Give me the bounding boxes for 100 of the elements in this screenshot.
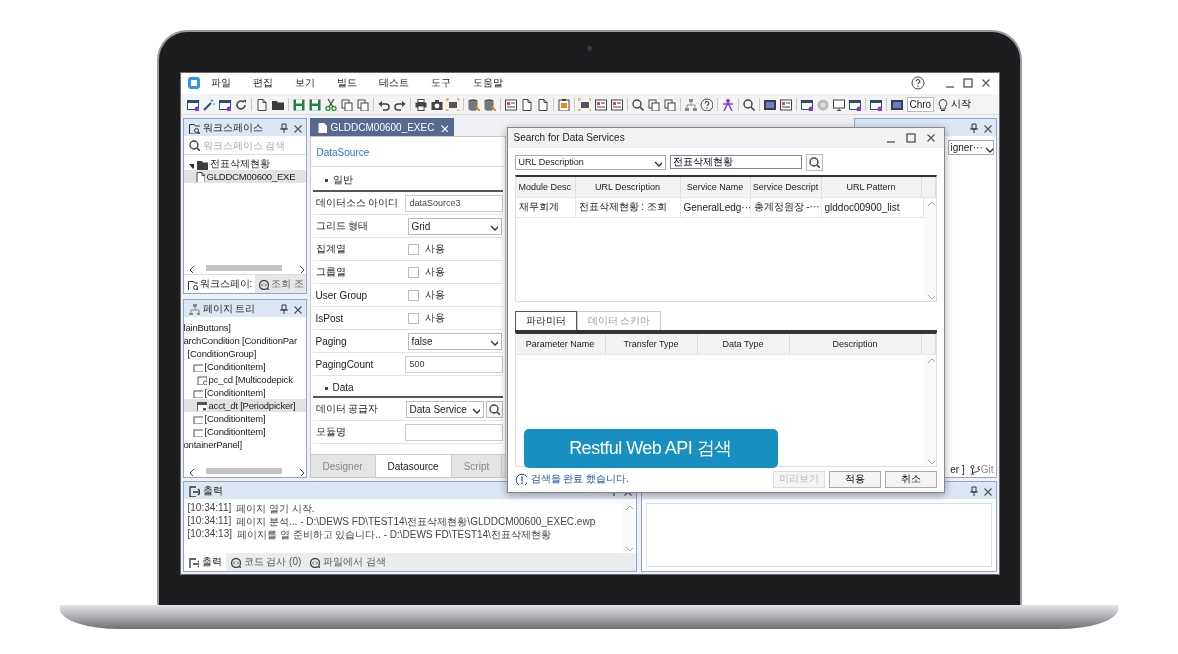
window-icon[interactable]: [848, 97, 861, 111]
column-header[interactable]: Data Type: [697, 334, 790, 354]
search-button[interactable]: [805, 154, 823, 171]
panel-tab[interactable]: 코드 검사 (0): [225, 553, 306, 571]
search-field[interactable]: 전표삭제현황: [669, 155, 802, 170]
search-button[interactable]: [485, 401, 503, 418]
dropdown[interactable]: igner···: [947, 140, 994, 156]
panel-tab[interactable]: Git: [966, 461, 996, 478]
dialog-button[interactable]: 적용: [828, 471, 881, 488]
save-icon[interactable]: [308, 97, 321, 111]
help-icon[interactable]: [910, 76, 925, 91]
menu-item[interactable]: 파일: [200, 76, 243, 91]
column-header[interactable]: Parameter Name: [515, 334, 606, 354]
camera-icon[interactable]: [430, 97, 443, 111]
window-icon[interactable]: [869, 97, 882, 111]
start-button[interactable]: 시작: [934, 97, 974, 112]
tree-item[interactable]: acct_dt [Periodpicker]: [183, 399, 306, 413]
column-header[interactable]: Module Desc: [515, 177, 576, 197]
copy-icon[interactable]: [340, 97, 353, 111]
tree-item[interactable]: [ConditionItem]: [183, 412, 306, 426]
form-icon[interactable]: [594, 97, 607, 111]
tree-item[interactable]: [ConditionItem]: [183, 360, 306, 374]
tree-item[interactable]: GLDDCM00600_EXE: [183, 170, 306, 184]
monitor-icon[interactable]: [832, 97, 845, 111]
frame-icon[interactable]: [446, 97, 459, 111]
column-header[interactable]: Service Name: [680, 177, 751, 197]
tree-item[interactable]: 전표삭제현황: [183, 157, 306, 171]
maximize-icon[interactable]: [960, 76, 975, 91]
document-icon[interactable]: [520, 97, 533, 111]
dropdown[interactable]: URL Description: [514, 155, 666, 170]
refresh-icon[interactable]: [234, 97, 247, 111]
column-header[interactable]: URL Description: [575, 177, 681, 197]
tree-item[interactable]: [ConditionGroup]: [183, 347, 306, 361]
text-field[interactable]: 500: [404, 356, 503, 373]
column-header[interactable]: Service Descript: [750, 177, 822, 197]
panel-tab[interactable]: er ]: [948, 461, 967, 478]
figure-icon[interactable]: [721, 97, 734, 111]
column-header[interactable]: Transfer Type: [605, 334, 698, 354]
tree-item[interactable]: ontainerPanel]: [183, 438, 306, 452]
dropdown[interactable]: Grid: [407, 218, 502, 235]
dropdown[interactable]: Data Service: [405, 401, 484, 418]
dialog-button[interactable]: 취소: [884, 471, 937, 488]
window-icon[interactable]: [186, 97, 199, 111]
tree-item[interactable]: [ConditionItem]: [183, 425, 306, 439]
document-tab[interactable]: GLDDCM00600_EXEC: [309, 118, 455, 137]
panel-tab[interactable]: 조회 조: [255, 275, 306, 294]
panel-tab[interactable]: 파일에서 검색: [305, 553, 391, 571]
document-icon[interactable]: [536, 97, 549, 111]
search-field[interactable]: 워크스페이스 검색: [183, 136, 306, 156]
menu-item[interactable]: 도움말: [462, 76, 515, 91]
menu-item[interactable]: 테스트: [368, 76, 421, 91]
scissors-icon[interactable]: [324, 97, 337, 111]
table-row[interactable]: 재무회계 전표삭제현황 : 조회 GeneralLedg··· 총계정원장 -··· glddoc00900_list: [515, 198, 924, 218]
tree-item[interactable]: [ConditionItem]: [183, 386, 306, 400]
copy-icon[interactable]: [663, 97, 676, 111]
maximize-icon[interactable]: [903, 131, 918, 145]
text-field[interactable]: [404, 424, 503, 441]
column-header[interactable]: Description: [789, 334, 922, 354]
checkbox[interactable]: [407, 313, 419, 324]
js-icon[interactable]: [890, 97, 903, 111]
window-icon[interactable]: [800, 97, 813, 111]
tree-item[interactable]: archCondition [ConditionPar: [183, 334, 306, 348]
search-icon[interactable]: [631, 97, 644, 111]
document-icon[interactable]: [255, 97, 268, 111]
search-icon[interactable]: [742, 97, 755, 111]
copy-icon[interactable]: [647, 97, 660, 111]
close-icon[interactable]: [438, 122, 449, 133]
menu-item[interactable]: 편집: [242, 76, 285, 91]
view-tab[interactable]: Datasource: [375, 455, 452, 478]
column-header[interactable]: URL Pattern: [821, 177, 922, 197]
database-icon[interactable]: [467, 97, 480, 111]
copy-icon[interactable]: [356, 97, 369, 111]
menu-item[interactable]: 도구: [420, 76, 463, 91]
tree-item[interactable]: lainButtons]: [183, 321, 306, 335]
form-icon[interactable]: [504, 97, 517, 111]
wand-icon[interactable]: [202, 97, 215, 111]
help-icon[interactable]: [700, 97, 713, 111]
window-icon[interactable]: [218, 97, 231, 111]
search-icon: [488, 403, 500, 416]
form-icon[interactable]: [779, 97, 792, 111]
tree-item[interactable]: pc_cd [Multicodepick: [183, 373, 306, 387]
checkbox[interactable]: [407, 267, 419, 278]
checkbox[interactable]: [407, 244, 419, 255]
browser-selector[interactable]: Chro: [906, 96, 935, 112]
frame-icon[interactable]: [578, 97, 591, 111]
js-icon[interactable]: [763, 97, 776, 111]
hierarchy-icon[interactable]: [684, 97, 697, 111]
database-icon[interactable]: [483, 97, 496, 111]
dropdown[interactable]: false: [407, 333, 502, 350]
tab[interactable]: 파라미터: [514, 311, 577, 330]
form-icon[interactable]: [610, 97, 623, 111]
save-icon[interactable]: [292, 97, 305, 111]
text-field[interactable]: dataSource3: [404, 195, 503, 212]
menu-item[interactable]: 보기: [284, 76, 327, 91]
panel-tab[interactable]: 출력: [183, 553, 226, 571]
printer-icon[interactable]: [414, 97, 427, 111]
dialog-title: Search for Data Services: [513, 132, 625, 144]
checkbox[interactable]: [407, 290, 419, 301]
menu-item[interactable]: 빌드: [326, 76, 369, 91]
clipboard-icon[interactable]: [557, 97, 570, 111]
